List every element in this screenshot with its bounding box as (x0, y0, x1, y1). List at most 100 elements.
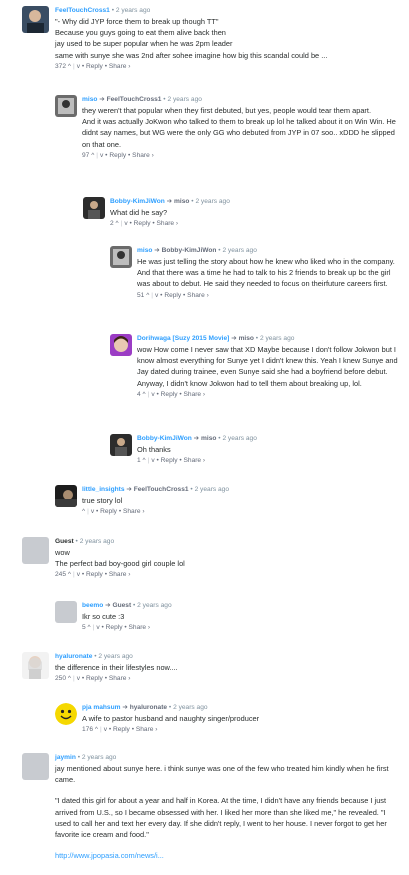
comment-time[interactable]: 2 years ago (222, 435, 256, 442)
reply-to-author[interactable]: miso (239, 335, 254, 342)
comment-author[interactable]: Bobby-KimJiWon (137, 435, 192, 442)
comment-time[interactable]: 2 years ago (222, 247, 256, 254)
share-button[interactable]: Share › (187, 292, 209, 299)
user-avatar[interactable] (55, 485, 77, 507)
user-avatar[interactable] (83, 197, 105, 219)
comment-time[interactable]: 2 years ago (195, 486, 229, 493)
separator: • (160, 291, 163, 299)
comment-time[interactable]: 2 years ago (173, 704, 207, 711)
downvote-button[interactable]: v (151, 457, 154, 464)
reply-button[interactable]: Reply (161, 457, 178, 464)
downvote-button[interactable]: v (77, 675, 80, 682)
share-button[interactable]: Share › (109, 63, 131, 70)
comment-line: Oh thanks (137, 445, 171, 454)
comment-time[interactable]: 2 years ago (137, 602, 171, 609)
reply-button[interactable]: Reply (86, 63, 103, 70)
share-button[interactable]: Share › (109, 571, 131, 578)
reply-to-author[interactable]: Bobby-KimJiWon (162, 247, 217, 254)
user-avatar[interactable] (110, 334, 132, 356)
comment-text: true story lol (82, 495, 403, 506)
reply-button[interactable]: Reply (134, 220, 151, 227)
comment-line: the difference in their lifestyles now..… (55, 663, 178, 672)
reply-button[interactable]: Reply (109, 152, 126, 159)
reply-to-author[interactable]: hyaluronate (130, 704, 167, 711)
comment-author[interactable]: Bobby-KimJiWon (110, 198, 165, 205)
reply-arrow-icon: ➔ (105, 602, 111, 609)
share-button[interactable]: Share › (136, 726, 158, 733)
reply-to-author[interactable]: miso (174, 198, 189, 205)
comment-time[interactable]: 2 years ago (260, 335, 294, 342)
reply-button[interactable]: Reply (100, 508, 117, 515)
reply-button[interactable]: Reply (164, 292, 181, 299)
comment-author[interactable]: pja mahsum (82, 704, 120, 711)
user-avatar[interactable] (22, 537, 49, 564)
reply-to-author[interactable]: FeelTouchCross1 (134, 486, 189, 493)
reply-to-author[interactable]: miso (201, 435, 216, 442)
reply-to-author[interactable]: FeelTouchCross1 (107, 96, 162, 103)
comment-author[interactable]: beemo (82, 602, 103, 609)
comment-time[interactable]: 2 years ago (167, 96, 201, 103)
comment-text: Oh thanks (137, 444, 403, 455)
downvote-button[interactable]: v (77, 571, 80, 578)
downvote-button[interactable]: v (96, 624, 99, 631)
separator: • (104, 675, 107, 683)
user-avatar[interactable] (55, 703, 77, 725)
separator: • (124, 624, 127, 632)
comment-author[interactable]: Dorihwaga [Suzy 2015 Movie] (137, 335, 229, 342)
share-button[interactable]: Share › (109, 675, 131, 682)
user-avatar[interactable] (55, 601, 77, 623)
downvote-button[interactable]: v (124, 220, 127, 227)
comment-time[interactable]: 2 years ago (116, 7, 150, 14)
downvote-button[interactable]: v (151, 391, 154, 398)
downvote-button[interactable]: v (91, 508, 94, 515)
comment-text: Ikr so cute :3 (82, 611, 403, 622)
share-button[interactable]: Share › (132, 152, 154, 159)
comment-link[interactable]: http://www.jpopasia.com/news/i... (55, 851, 164, 860)
comment-author[interactable]: miso (82, 96, 97, 103)
vote-count: 245 (55, 571, 67, 579)
reply-button[interactable]: Reply (86, 571, 103, 578)
user-avatar[interactable] (22, 6, 49, 33)
comment-author[interactable]: Guest (55, 538, 74, 545)
share-button[interactable]: Share › (123, 508, 145, 515)
comment-author[interactable]: hyaluronate (55, 653, 92, 660)
comment-time[interactable]: 2 years ago (195, 198, 229, 205)
comment-line: Ikr so cute :3 (82, 612, 125, 621)
comment-time[interactable]: 2 years ago (98, 653, 132, 660)
downvote-button[interactable]: v (77, 63, 80, 70)
separator: • (105, 151, 108, 159)
vote-count: 2 (110, 220, 114, 228)
downvote-button[interactable]: v (155, 292, 158, 299)
photo-avatar-icon (110, 334, 132, 356)
comment-time[interactable]: 2 years ago (82, 754, 116, 761)
comment-author[interactable]: FeelTouchCross1 (55, 7, 110, 14)
separator: • (94, 653, 97, 660)
separator: • (75, 538, 78, 545)
share-button[interactable]: Share › (184, 391, 206, 398)
user-avatar[interactable] (55, 95, 77, 117)
user-avatar[interactable] (110, 434, 132, 456)
reply-arrow-icon: ➔ (99, 96, 105, 103)
user-avatar[interactable] (22, 753, 49, 780)
reply-button[interactable]: Reply (113, 726, 130, 733)
share-button[interactable]: Share › (129, 624, 151, 631)
smiley-avatar-icon (55, 703, 77, 725)
comment-author[interactable]: jaymin (55, 754, 76, 761)
reply-button[interactable]: Reply (106, 624, 123, 631)
comment-time[interactable]: 2 years ago (80, 538, 114, 545)
separator: • (101, 624, 104, 632)
reply-button[interactable]: Reply (86, 675, 103, 682)
comment-author[interactable]: miso (137, 247, 152, 254)
comment-author[interactable]: little_insights (82, 486, 125, 493)
share-button[interactable]: Share › (184, 457, 206, 464)
separator: • (81, 62, 85, 70)
comment-line: jay mentioned about sunye here. i think … (55, 764, 389, 785)
reply-to-author[interactable]: Guest (112, 602, 131, 609)
separator: • (104, 62, 107, 70)
share-button[interactable]: Share › (157, 220, 179, 227)
user-avatar[interactable] (22, 652, 49, 679)
user-avatar[interactable] (110, 246, 132, 268)
downvote-button[interactable]: v (104, 726, 107, 733)
downvote-button[interactable]: v (100, 152, 103, 159)
reply-button[interactable]: Reply (161, 391, 178, 398)
